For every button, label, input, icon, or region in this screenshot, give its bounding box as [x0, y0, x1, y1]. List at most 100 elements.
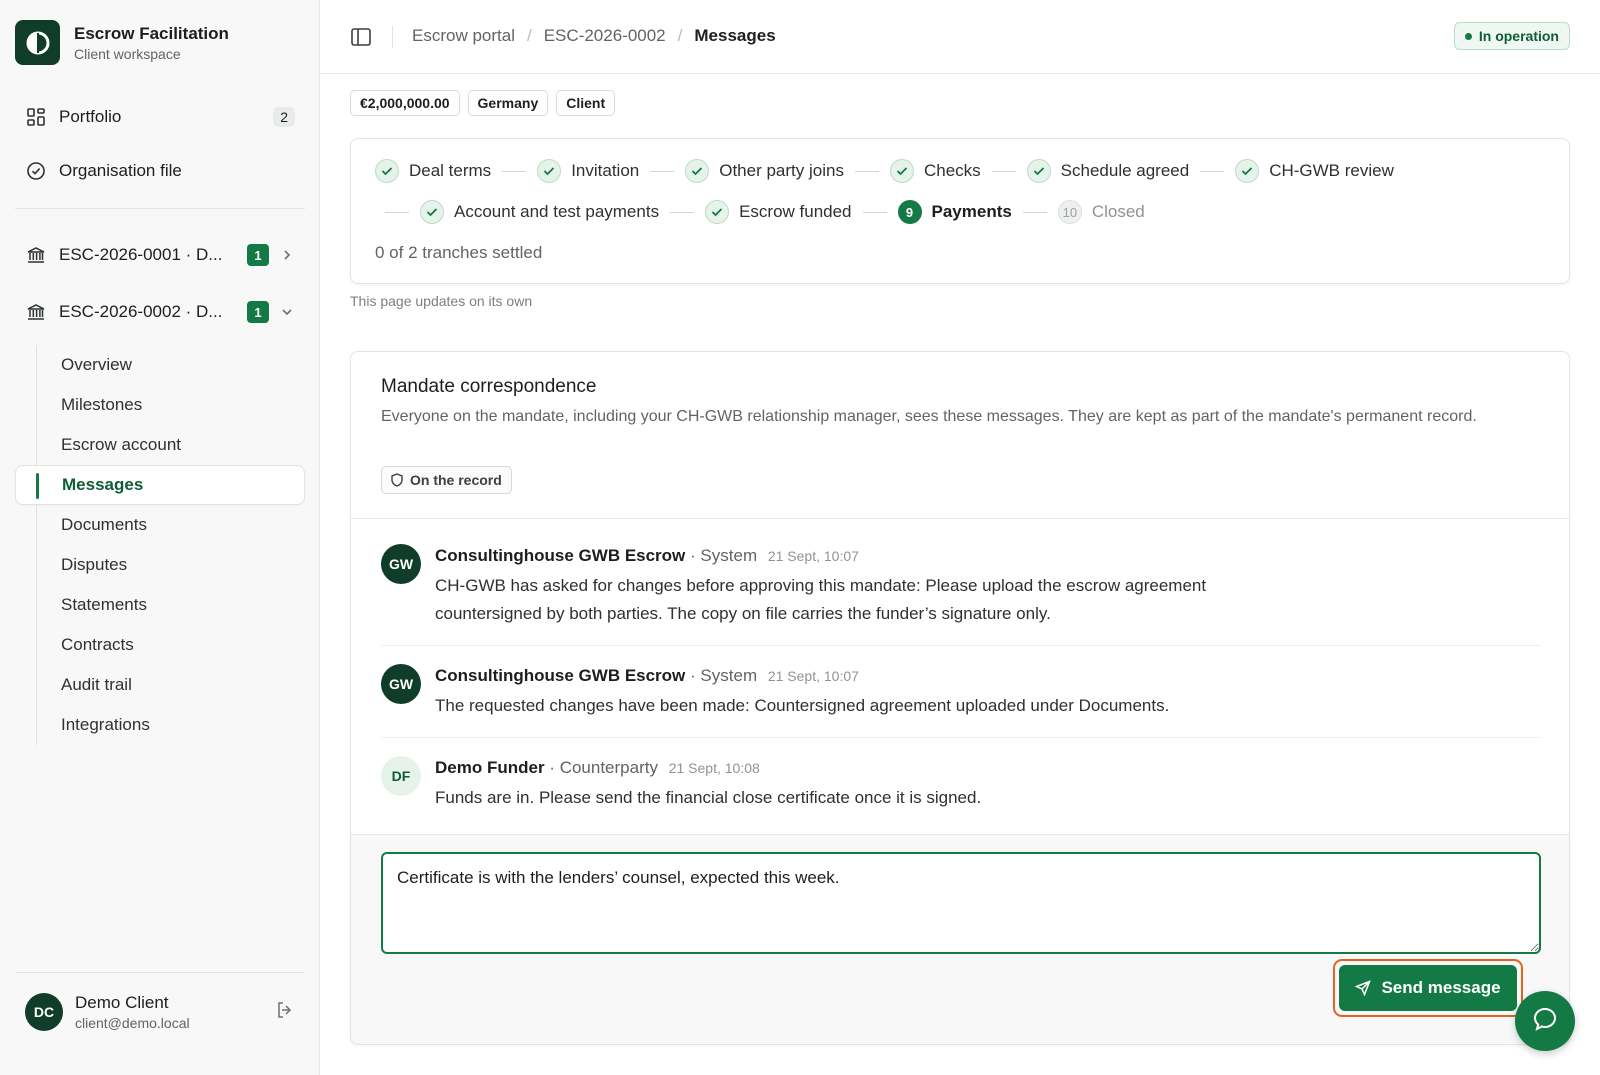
correspondence-description: Everyone on the mandate, including your … [381, 408, 1477, 425]
brand-title: Escrow Facilitation [74, 23, 229, 43]
step-label: Payments [931, 202, 1012, 221]
send-message-button[interactable]: Send message [1339, 965, 1517, 1011]
sidebar-item-documents[interactable]: Documents [15, 505, 305, 545]
status-dot-icon [1464, 32, 1472, 40]
step-closed: 10 Closed [1057, 200, 1145, 224]
sidebar-item-portfolio[interactable]: Portfolio 2 [15, 95, 305, 139]
step-other-party-joins: Other party joins [685, 159, 844, 183]
deal-notification-badge: 1 [247, 301, 269, 323]
step-connector [1200, 170, 1225, 172]
check-icon [1235, 159, 1260, 183]
sidebar-toggle-icon[interactable] [350, 26, 372, 48]
message-text: CH-GWB has asked for changes before appr… [435, 576, 1207, 623]
status-badge: In operation [1453, 22, 1570, 50]
sidebar-item-integrations[interactable]: Integrations [15, 705, 305, 745]
sidebar-item-statements[interactable]: Statements [15, 585, 305, 625]
logout-icon[interactable] [275, 1000, 295, 1025]
stepper-row-2: Account and test payments Escrow funded … [385, 200, 1145, 224]
step-label: Schedule agreed [1060, 161, 1190, 180]
step-number: 10 [1057, 200, 1082, 224]
message-author: Consultinghouse GWB Escrow [435, 546, 686, 565]
message-role-sep: · [690, 546, 701, 565]
breadcrumb: Escrow portal / ESC-2026-0002 / Messages [412, 25, 776, 47]
message-input[interactable]: Certificate is with the lenders’ counsel… [381, 852, 1541, 954]
step-connector [854, 170, 879, 172]
check-icon [685, 159, 710, 183]
sidebar-item-organisation-file[interactable]: Organisation file [15, 149, 305, 193]
step-schedule-agreed: Schedule agreed [1026, 159, 1190, 183]
deal-notification-badge: 1 [247, 244, 269, 266]
step-label: CH-GWB review [1269, 161, 1394, 180]
step-connector [385, 211, 409, 213]
avatar[interactable]: DC [25, 993, 63, 1031]
sidebar-item-overview[interactable]: Overview [15, 345, 305, 385]
sidebar-divider [15, 208, 305, 209]
sidebar-deal-esc-2026-0002[interactable]: ESC-2026-0002 · D... 1 [15, 292, 305, 332]
message-role: System [700, 546, 758, 565]
progress-stepper: Deal terms Invitation Other party joins … [350, 138, 1570, 284]
message-text: Funds are in. Please send the financial … [435, 788, 982, 807]
breadcrumb-separator: / [526, 26, 532, 45]
chevron-right-icon[interactable] [279, 247, 295, 263]
sidebar-item-milestones[interactable]: Milestones [15, 385, 305, 425]
step-label: Deal terms [409, 161, 492, 180]
message-role: Counterparty [559, 758, 658, 777]
bank-icon [25, 301, 47, 323]
chevron-down-icon[interactable] [279, 304, 295, 320]
deal-subnav: Overview Milestones Escrow account Messa… [15, 345, 305, 745]
step-number: 9 [897, 200, 922, 224]
step-payments: 9 Payments [897, 200, 1012, 224]
step-checks: Checks [889, 159, 981, 183]
bank-icon [25, 244, 47, 266]
step-connector [502, 170, 527, 172]
sidebar-item-escrow-account[interactable]: Escrow account [15, 425, 305, 465]
check-icon [1026, 159, 1051, 183]
header-separator [392, 26, 393, 48]
brand-subtitle: Client workspace [74, 45, 181, 62]
on-the-record-badge: On the record [381, 466, 512, 494]
sidebar-deal-esc-2026-0001[interactable]: ESC-2026-0001 · D... 1 [15, 235, 305, 275]
sidebar-item-label: Portfolio [59, 107, 122, 126]
send-button-focus-ring: Send message [1333, 959, 1523, 1017]
sidebar-item-audit-trail[interactable]: Audit trail [15, 665, 305, 705]
step-escrow-funded: Escrow funded [705, 200, 852, 224]
sidebar-item-messages[interactable]: Messages [15, 465, 305, 505]
step-label: Checks [923, 161, 981, 180]
brand[interactable]: Escrow Facilitation Client workspace [15, 20, 229, 65]
chat-launcher-button[interactable] [1515, 991, 1575, 1051]
sidebar-item-disputes[interactable]: Disputes [15, 545, 305, 585]
message-author: Consultinghouse GWB Escrow [435, 666, 686, 685]
breadcrumb-deal[interactable]: ESC-2026-0002 [544, 25, 666, 47]
shield-icon [391, 473, 403, 487]
avatar: GW [381, 544, 421, 584]
step-connector [862, 211, 887, 213]
amount-tag: €2,000,000.00 [350, 90, 460, 116]
user-email: client@demo.local [75, 1015, 190, 1031]
step-deal-terms: Deal terms [375, 159, 491, 183]
stepper-row-1: Deal terms Invitation Other party joins … [375, 159, 1394, 183]
sidebar-item-label: Organisation file [59, 161, 182, 180]
avatar: DF [381, 756, 421, 796]
step-connector [991, 170, 1016, 172]
correspondence-header: Mandate correspondence Everyone on the m… [351, 352, 1569, 519]
message-separator [381, 737, 1541, 738]
grid-icon [25, 106, 47, 128]
correspondence-card: Mandate correspondence Everyone on the m… [350, 351, 1570, 1045]
avatar: GW [381, 664, 421, 704]
sidebar-item-contracts[interactable]: Contracts [15, 625, 305, 665]
message-separator [381, 645, 1541, 646]
auto-update-note: This page updates on its own [350, 293, 533, 309]
message-time: 21 Sept, 10:07 [767, 668, 859, 684]
breadcrumb-escrow-portal[interactable]: Escrow portal [412, 25, 515, 47]
check-icon [420, 200, 444, 224]
deal-label: ESC-2026-0002 · D... [59, 302, 223, 321]
portfolio-count-badge: 2 [273, 107, 295, 127]
deal-tags: €2,000,000.00 Germany Client [350, 90, 623, 116]
breadcrumb-separator: / [677, 26, 683, 45]
message-composer: Certificate is with the lenders’ counsel… [351, 834, 1569, 1044]
sidebar-divider [15, 972, 305, 973]
message-role-sep: · [549, 758, 560, 777]
deal-label: ESC-2026-0001 · D... [59, 245, 223, 264]
check-icon [537, 159, 562, 183]
user-profile: DC Demo Client client@demo.local [15, 992, 305, 1032]
